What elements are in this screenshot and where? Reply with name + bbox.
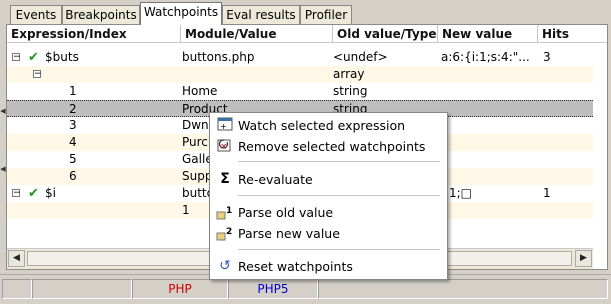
parse-new-icon: 2: [216, 225, 234, 242]
row-module: 1: [182, 203, 190, 217]
row-expression: 2: [69, 102, 77, 116]
status-segment-empty: [2, 279, 32, 299]
row-module: Home: [182, 84, 218, 98]
menu-label: Parse new value: [238, 226, 340, 241]
tab-breakpoints[interactable]: Breakpoints: [62, 5, 140, 24]
collapse-icon[interactable]: −: [12, 189, 21, 198]
menu-item-watch-selected[interactable]: + Watch selected expression: [210, 115, 445, 136]
menu-item-remove-selected[interactable]: × Remove selected watchpoints: [210, 136, 445, 157]
status-segment-empty: [32, 279, 132, 299]
status-php-version: PHP5: [228, 279, 318, 299]
header-new-value[interactable]: New value: [438, 25, 538, 43]
watch-expression-icon: +: [216, 117, 234, 134]
row-expression: $buts: [45, 50, 79, 64]
row-old-value: string: [333, 84, 368, 98]
row-module: Supp: [182, 169, 213, 183]
table-row[interactable]: − array: [7, 66, 593, 83]
tab-events[interactable]: Events: [10, 5, 62, 24]
row-hits: 1: [543, 186, 551, 200]
tab-bar: Events Breakpoints Watchpoints Eval resu…: [4, 2, 608, 25]
row-expression: 3: [69, 118, 77, 132]
parse-old-icon: 1: [216, 204, 234, 221]
check-icon: ✔: [28, 50, 39, 65]
header-old-value[interactable]: Old value/Type: [333, 25, 438, 43]
menu-item-reevaluate[interactable]: Σ Re-evaluate: [210, 169, 445, 190]
collapse-icon[interactable]: −: [33, 70, 42, 79]
row-expression: 5: [69, 152, 77, 166]
row-module: Dwnl: [182, 118, 212, 132]
menu-label: Watch selected expression: [238, 118, 406, 133]
collapse-icon[interactable]: −: [12, 53, 21, 62]
sigma-icon: Σ: [220, 171, 230, 187]
menu-label: Re-evaluate: [238, 172, 313, 187]
menu-separator: [238, 249, 440, 250]
context-menu: + Watch selected expression × Remove sel…: [209, 112, 448, 280]
menu-label: Remove selected watchpoints: [238, 139, 426, 154]
menu-separator: [238, 195, 440, 196]
status-language: PHP: [132, 279, 228, 299]
header-expression[interactable]: Expression/Index: [7, 25, 181, 43]
svg-text:+: +: [220, 122, 227, 131]
menu-item-parse-old[interactable]: 1 Parse old value: [210, 202, 445, 223]
reset-icon: ↺: [219, 258, 231, 274]
table-row[interactable]: − ✔ $buts buttons.php <undef> a:6:{i:1;s…: [7, 49, 593, 66]
remove-watch-icon: ×: [216, 138, 234, 155]
header-module[interactable]: Module/Value: [181, 25, 333, 43]
table-row[interactable]: 1 Home string: [7, 83, 593, 100]
svg-text:1: 1: [226, 206, 232, 216]
row-hits: 3: [543, 50, 551, 64]
menu-item-parse-new[interactable]: 2 Parse new value: [210, 223, 445, 244]
row-new-value: a:6:{i:1;s:4:"...: [441, 50, 530, 64]
menu-label: Parse old value: [238, 205, 334, 220]
menu-label: Reset watchpoints: [238, 259, 353, 274]
row-old-value: <undef>: [333, 50, 388, 64]
menu-separator: [238, 161, 440, 162]
row-expression: 1: [69, 84, 77, 98]
scroll-left-icon[interactable]: ◀: [8, 250, 25, 267]
svg-text:2: 2: [226, 227, 232, 237]
row-new-value: 1;□: [449, 186, 473, 200]
menu-item-reset[interactable]: ↺ Reset watchpoints: [210, 256, 445, 277]
row-module: buttons.php: [182, 50, 255, 64]
row-expression: 6: [69, 169, 77, 183]
tab-watchpoints[interactable]: Watchpoints: [140, 2, 222, 25]
header-hits[interactable]: Hits: [538, 25, 607, 43]
row-expression: 4: [69, 135, 77, 149]
status-segment-empty: [318, 279, 608, 299]
scroll-right-icon[interactable]: ▶: [575, 250, 592, 267]
check-icon: ✔: [28, 186, 39, 201]
tab-profiler[interactable]: Profiler: [300, 5, 352, 24]
row-expression: $i: [45, 186, 56, 200]
row-old-value: array: [333, 67, 365, 81]
tab-eval-results[interactable]: Eval results: [222, 5, 300, 24]
